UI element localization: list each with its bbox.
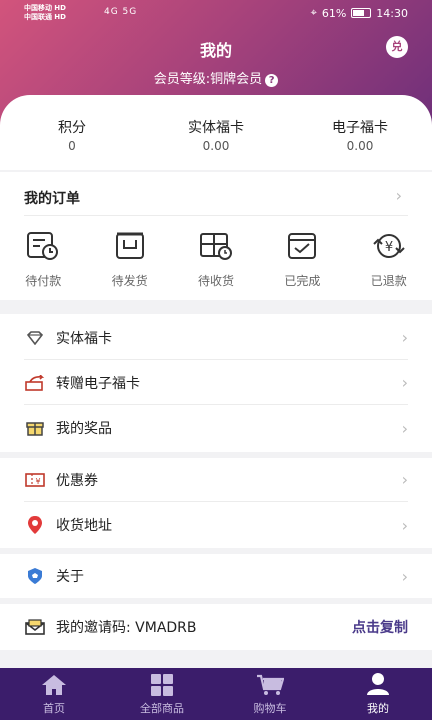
stat-value: 0.00	[346, 139, 374, 153]
envelope-icon	[24, 616, 46, 638]
pending-shipment-icon	[115, 232, 144, 259]
cart-icon	[216, 668, 324, 696]
stat-points[interactable]: 积分 0	[0, 95, 144, 170]
stat-label: 实体福卡	[188, 120, 244, 136]
menu-label: 关于	[56, 569, 84, 585]
chevron-right-icon[interactable]: ›	[396, 186, 402, 205]
chevron-right-icon: ›	[401, 566, 408, 586]
divider	[24, 215, 408, 216]
order-pending-payment[interactable]: 待付款	[0, 230, 86, 289]
invite-code-label: 我的邀请码:	[56, 620, 131, 636]
carrier-info: 中国移动 HD 中国联通 HD	[24, 4, 66, 21]
battery-icon	[351, 8, 372, 18]
member-level-text: 会员等级:铜牌会员	[153, 72, 263, 87]
menu-my-prizes[interactable]: 我的奖品 ›	[24, 406, 408, 450]
stat-value: 0.00	[202, 139, 230, 153]
tab-home[interactable]: 首页	[0, 668, 108, 720]
copy-invite-button[interactable]: 点击复制	[352, 617, 408, 637]
stat-physical-card[interactable]: 实体福卡 0.00	[144, 95, 288, 170]
order-status-list: 待付款 待发货 待收货 已完成 ¥ 已退款	[0, 230, 432, 289]
status-right: ⌖ 61% 14:30	[311, 6, 408, 20]
tab-label: 我的	[367, 702, 389, 715]
menu-label: 转赠电子福卡	[56, 375, 140, 392]
order-completed[interactable]: 已完成	[259, 230, 345, 289]
order-refunded[interactable]: ¥ 已退款	[346, 230, 432, 289]
location-status-icon: ⌖	[310, 6, 317, 19]
chevron-right-icon: ›	[401, 418, 408, 438]
menu-about[interactable]: 关于 ›	[24, 554, 408, 598]
tab-label: 全部商品	[140, 702, 184, 715]
pending-payment-icon	[27, 232, 59, 260]
orders-title[interactable]: 我的订单	[24, 188, 80, 208]
invite-code-value: VMADRB	[135, 620, 197, 636]
chevron-right-icon: ›	[401, 515, 408, 535]
invite-code-text: 我的邀请码: VMADRB	[56, 617, 352, 637]
order-label: 待发货	[111, 274, 148, 288]
balance-stats: 积分 0 实体福卡 0.00 电子福卡 0.00	[0, 95, 432, 170]
stat-e-card[interactable]: 电子福卡 0.00	[288, 95, 432, 170]
svg-text:¥: ¥	[385, 240, 393, 255]
stat-label: 积分	[58, 120, 86, 136]
svg-text:¥: ¥	[35, 477, 40, 486]
shield-icon	[24, 565, 46, 587]
refunded-icon: ¥	[373, 234, 405, 258]
pending-receipt-icon	[199, 233, 232, 260]
user-icon	[324, 668, 432, 696]
order-pending-shipment[interactable]: 待发货	[86, 230, 172, 289]
menu-label: 实体福卡	[56, 330, 112, 347]
order-pending-receipt[interactable]: 待收货	[173, 230, 259, 289]
battery-percent: 61%	[321, 6, 347, 20]
help-icon[interactable]: ?	[265, 74, 279, 87]
menu-transfer-e-card[interactable]: 转赠电子福卡 ›	[24, 361, 408, 405]
order-label: 待付款	[25, 274, 62, 288]
chevron-right-icon: ›	[401, 470, 408, 489]
tab-all-products[interactable]: 全部商品	[108, 668, 216, 720]
tab-me[interactable]: 我的	[324, 668, 432, 720]
order-label: 待收货	[197, 274, 234, 288]
gift-icon	[24, 417, 46, 439]
coupon-icon: ¥	[24, 469, 46, 491]
tab-label: 购物车	[253, 702, 287, 715]
menu-coupons[interactable]: ¥ 优惠券 ›	[24, 458, 408, 502]
menu-label: 优惠券	[56, 472, 98, 489]
order-label: 已退款	[370, 274, 407, 288]
menu-shipping-address[interactable]: 收货地址 ›	[24, 503, 408, 547]
diamond-icon	[24, 327, 46, 349]
grid-icon	[108, 668, 216, 696]
stat-value: 0	[68, 139, 76, 153]
order-label: 已完成	[284, 274, 321, 288]
invite-row: 我的邀请码: VMADRB 点击复制	[24, 605, 408, 649]
signal-indicator: 4G 5G	[104, 7, 138, 17]
tab-cart[interactable]: 购物车	[216, 668, 324, 720]
status-bar: 中国移动 HD 中国联通 HD 4G 5G ⌖ 61% 14:30	[24, 4, 408, 24]
menu-physical-card[interactable]: 实体福卡 ›	[24, 316, 408, 360]
member-level: 会员等级:铜牌会员?	[0, 68, 432, 87]
stat-label: 电子福卡	[332, 120, 388, 136]
page-title: 我的	[199, 41, 232, 60]
chevron-right-icon: ›	[401, 373, 408, 392]
exchange-icon[interactable]: 兑	[386, 36, 408, 58]
home-icon	[0, 668, 108, 696]
tab-label: 首页	[43, 702, 65, 715]
completed-icon	[288, 233, 317, 259]
menu-label: 我的奖品	[56, 421, 112, 437]
menu-label: 收货地址	[56, 518, 112, 534]
location-icon	[24, 514, 46, 536]
bottom-tab-bar: 首页 全部商品 购物车 我的	[0, 668, 432, 720]
chevron-right-icon: ›	[401, 328, 408, 347]
clock: 14:30	[376, 6, 408, 20]
transfer-card-icon	[24, 372, 46, 394]
